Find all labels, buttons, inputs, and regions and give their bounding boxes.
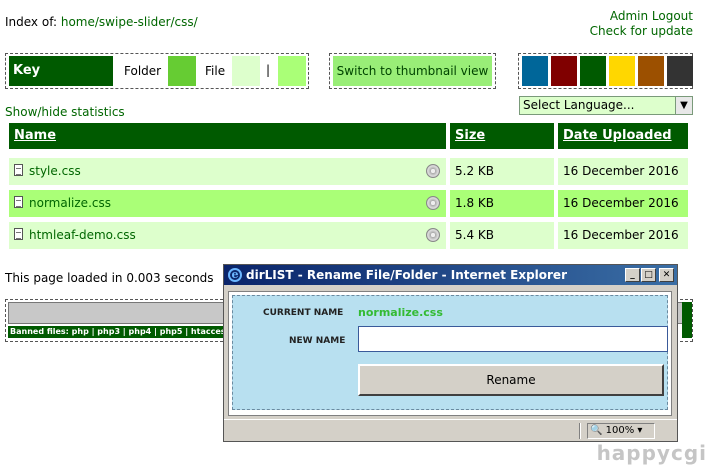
chevron-down-icon[interactable]: ▾	[637, 425, 642, 436]
popup-content: CURRENT NAME normalize.css NEW NAME Rena…	[228, 291, 672, 416]
thumbnail-view-button[interactable]: Switch to thumbnail view	[333, 56, 492, 86]
theme-swatch-blue[interactable]	[522, 56, 548, 86]
index-prefix: Index of:	[5, 15, 58, 29]
zoom-icon: 🔍	[590, 425, 603, 436]
index-path-link[interactable]: home/swipe-slider/css/	[61, 15, 198, 29]
key-folder-label: Folder	[124, 64, 162, 78]
key-separator: |	[266, 63, 271, 77]
table-row-size: 5.4 KB	[450, 222, 554, 249]
table-row-name[interactable]: htmleaf-demo.css	[9, 222, 446, 249]
new-name-input[interactable]	[358, 326, 668, 352]
theme-swatch-yellow[interactable]	[609, 56, 635, 86]
minimize-icon[interactable]: _	[625, 268, 640, 282]
file-icon	[14, 164, 23, 176]
download-disk-icon[interactable]	[426, 196, 440, 210]
key-legend: Key Folder File |	[5, 53, 309, 89]
new-name-label: NEW NAME	[289, 336, 346, 346]
file-link[interactable]: htmleaf-demo.css	[29, 228, 136, 242]
language-select[interactable]: Select Language... ▼	[519, 96, 693, 115]
zoom-level: 100%	[605, 425, 635, 436]
file-link[interactable]: style.css	[29, 164, 81, 178]
table-row-date: 16 December 2016	[558, 158, 688, 185]
rename-button[interactable]: Rename	[358, 364, 664, 396]
table-row-size: 5.2 KB	[450, 158, 554, 185]
column-header-date[interactable]: Date Uploaded	[558, 123, 688, 149]
key-file-label: File	[205, 64, 226, 78]
key-title: Key	[9, 56, 113, 86]
theme-color-picker	[518, 53, 693, 89]
file-link[interactable]: normalize.css	[29, 196, 111, 210]
theme-swatch-brown[interactable]	[638, 56, 664, 86]
download-disk-icon[interactable]	[426, 228, 440, 242]
admin-logout-link[interactable]: Admin Logout	[610, 9, 693, 23]
banned-files-text: Banned files: php | php3 | php4 | php5 |…	[8, 326, 228, 338]
zoom-control[interactable]: 🔍 100% ▾	[587, 423, 655, 439]
language-select-value: Select Language...	[523, 98, 635, 112]
table-row-date: 16 December 2016	[558, 190, 688, 217]
internet-explorer-icon: e	[228, 268, 242, 282]
theme-swatch-charcoal[interactable]	[667, 56, 693, 86]
table-row-size: 1.8 KB	[450, 190, 554, 217]
download-disk-icon[interactable]	[426, 164, 440, 178]
popup-titlebar[interactable]: e dirLIST - Rename File/Folder - Interne…	[224, 265, 677, 285]
table-row-name[interactable]: style.css	[9, 158, 446, 185]
rename-form: CURRENT NAME normalize.css NEW NAME Rena…	[232, 295, 668, 410]
table-row-name[interactable]: normalize.css	[9, 190, 446, 217]
table-row-date: 16 December 2016	[558, 222, 688, 249]
show-hide-statistics-link[interactable]: Show/hide statistics	[5, 105, 125, 119]
current-name-label: CURRENT NAME	[263, 308, 344, 318]
index-path: Index of: home/swipe-slider/css/	[5, 15, 198, 29]
watermark-logo: happycgi	[596, 441, 707, 465]
check-update-link[interactable]: Check for update	[590, 24, 693, 38]
rename-popup-window: e dirLIST - Rename File/Folder - Interne…	[223, 264, 678, 442]
file-icon	[14, 228, 23, 240]
theme-swatch-maroon[interactable]	[551, 56, 577, 86]
key-file-swatch	[232, 56, 260, 86]
thumbnail-box: Switch to thumbnail view	[329, 53, 496, 89]
current-name-value: normalize.css	[358, 306, 443, 319]
admin-links: Admin Logout Check for update	[590, 9, 693, 39]
chevron-down-icon[interactable]: ▼	[675, 97, 692, 114]
popup-title: dirLIST - Rename File/Folder - Internet …	[246, 268, 567, 282]
column-header-name[interactable]: Name	[9, 123, 446, 149]
status-divider	[579, 423, 581, 439]
key-folder-swatch	[168, 56, 196, 86]
theme-swatch-green[interactable]	[580, 56, 606, 86]
column-header-size[interactable]: Size	[450, 123, 554, 149]
banned-bar-edge	[682, 302, 692, 338]
page-load-time: This page loaded in 0.003 seconds	[5, 271, 214, 285]
key-highlight-swatch	[278, 56, 306, 86]
close-icon[interactable]: ✕	[659, 268, 674, 282]
maximize-icon[interactable]: □	[641, 268, 656, 282]
file-icon	[14, 196, 23, 208]
popup-statusbar: 🔍 100% ▾	[224, 419, 677, 441]
